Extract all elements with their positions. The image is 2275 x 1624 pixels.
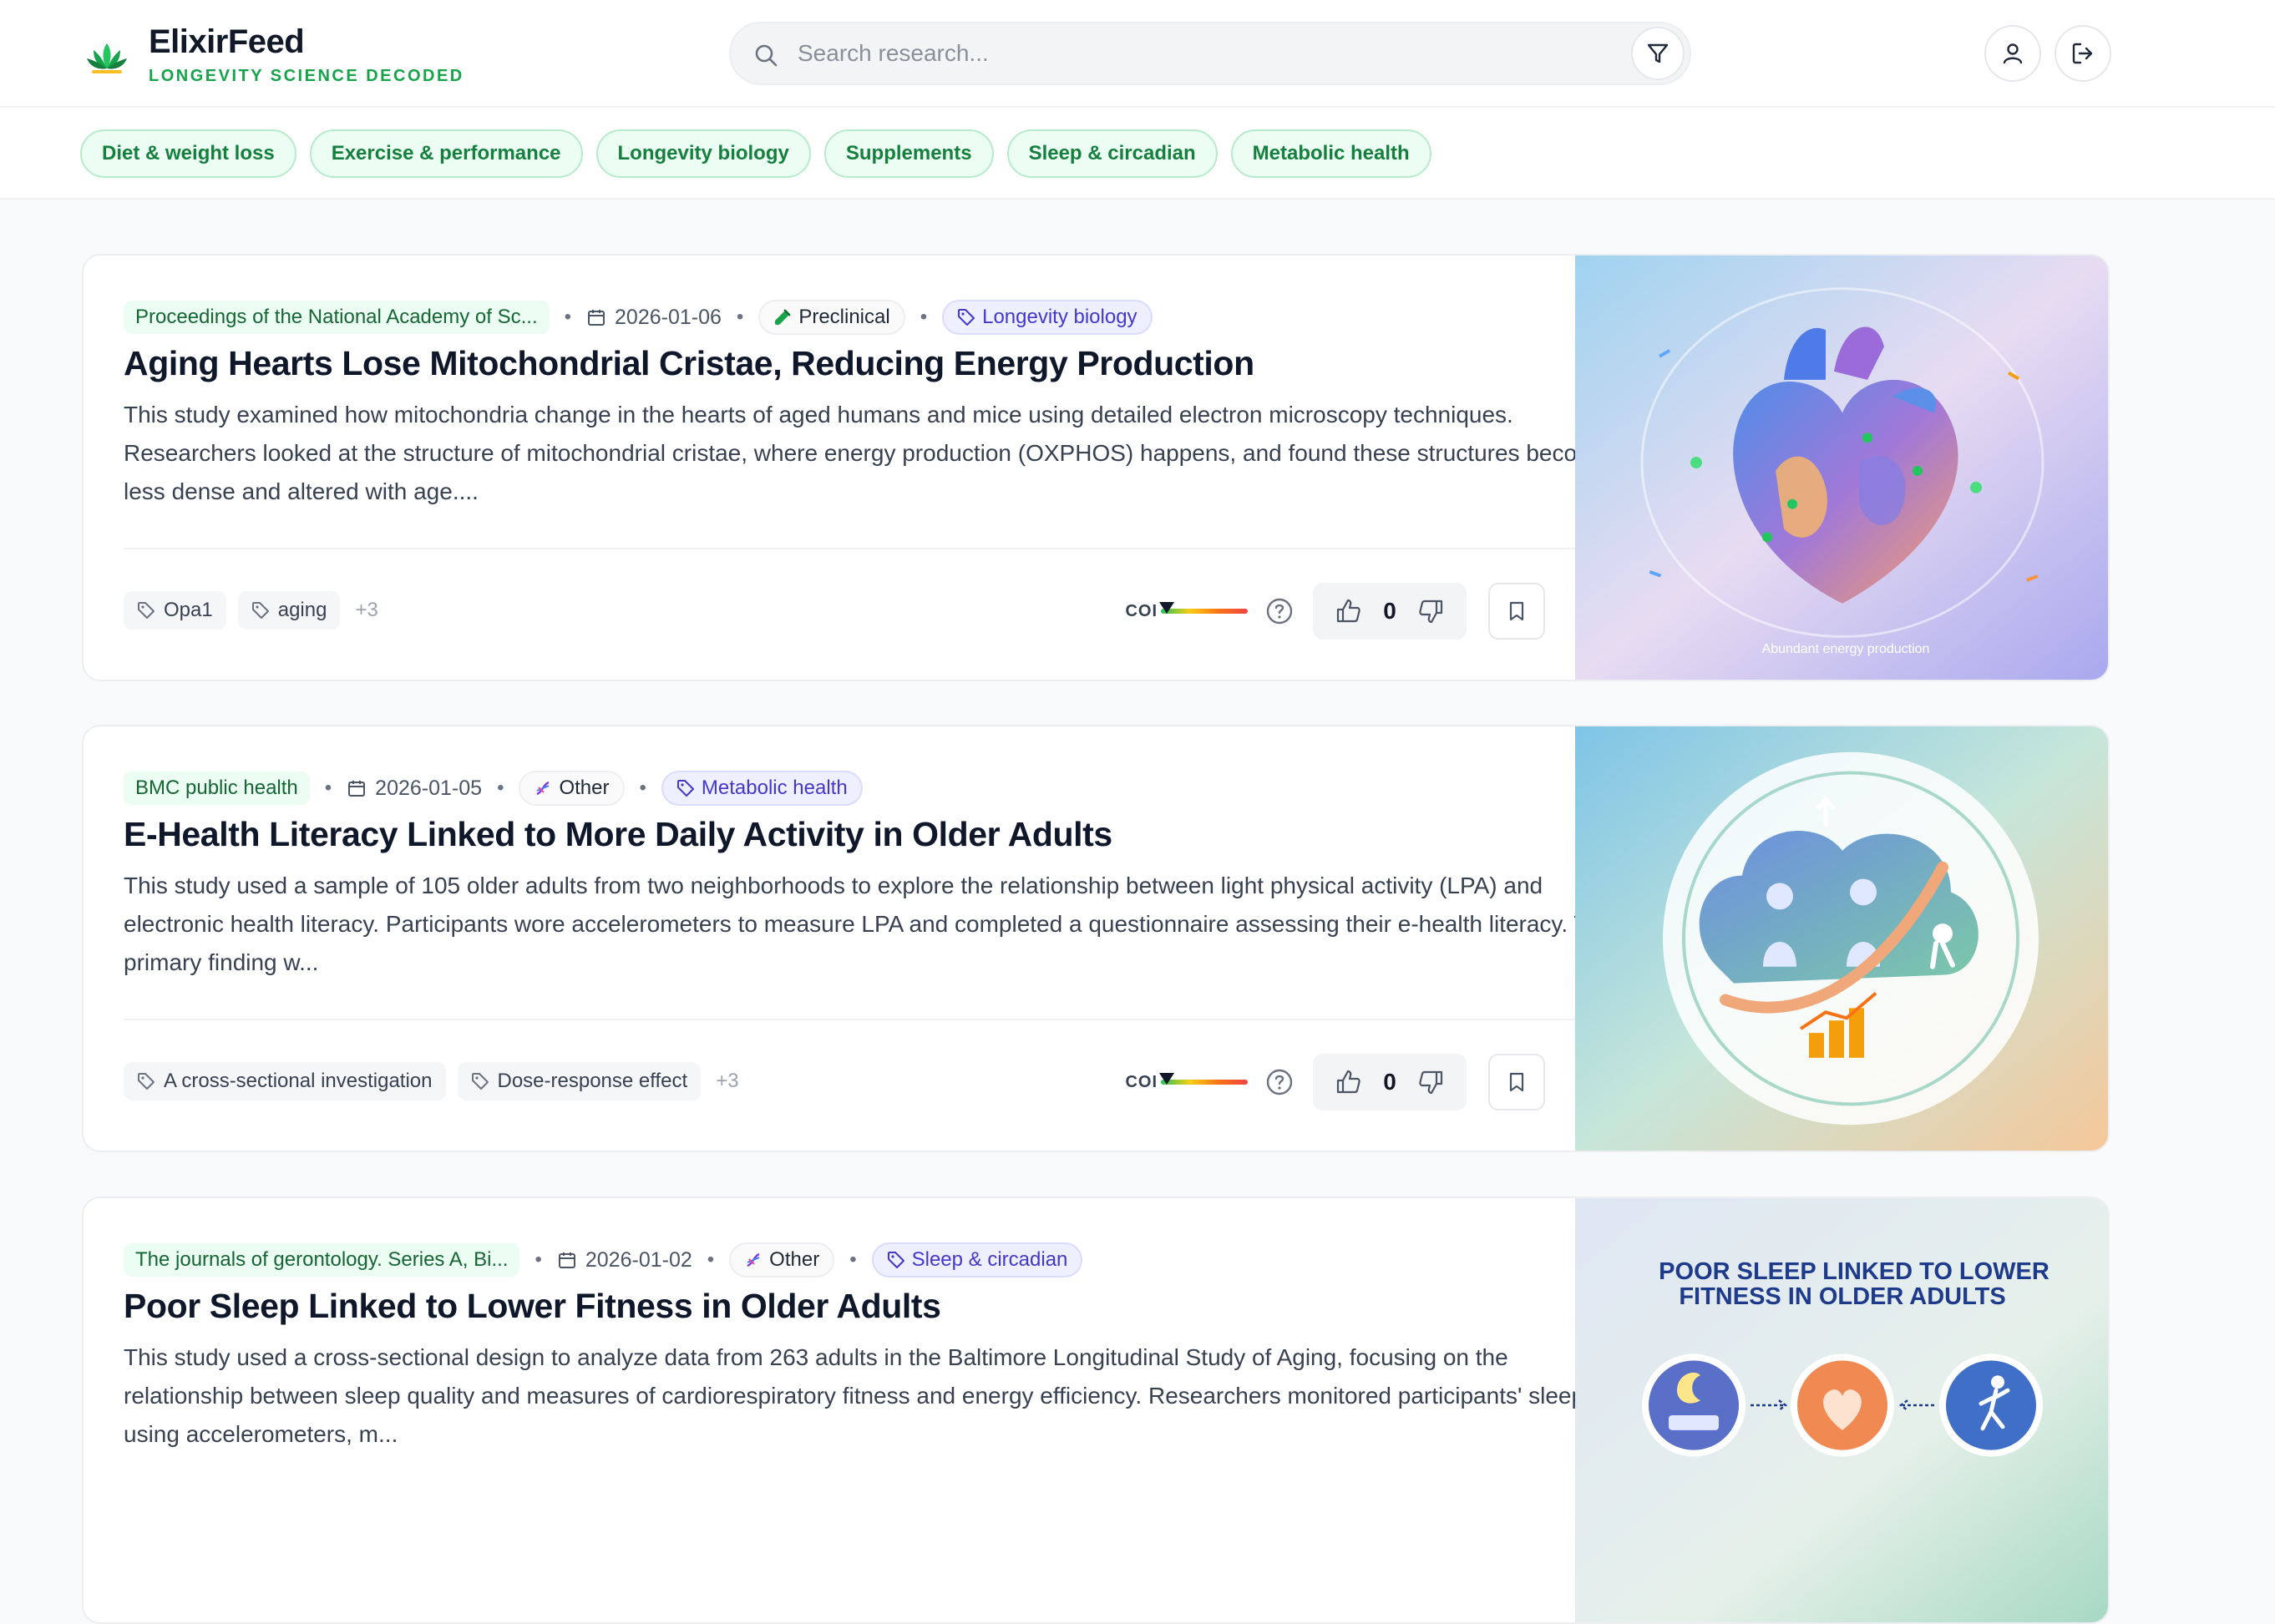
search-icon bbox=[755, 44, 778, 67]
help-icon[interactable] bbox=[1264, 1067, 1295, 1097]
keyword-tag[interactable]: A cross-sectional investigation bbox=[124, 1062, 446, 1100]
topic-badge[interactable]: Sleep & circadian bbox=[871, 1242, 1083, 1277]
study-type-badge: Other bbox=[729, 1242, 835, 1277]
dna-icon bbox=[536, 781, 550, 796]
lotus-icon bbox=[87, 43, 127, 73]
keyword-tag[interactable]: Opa1 bbox=[124, 591, 226, 630]
thumbs-up-icon[interactable] bbox=[1335, 1068, 1363, 1096]
article-title[interactable]: Aging Hearts Lose Mitochondrial Cristae,… bbox=[124, 344, 1254, 383]
publish-date: 2026-01-05 bbox=[347, 777, 482, 801]
article-illustration: POOR SLEEP LINKED TO LOWER FITNESS IN OL… bbox=[1575, 1198, 2108, 1622]
user-icon bbox=[2003, 43, 2023, 64]
vote-group: 0 bbox=[1313, 1054, 1467, 1110]
brand-logo[interactable]: ElixirFeed LONGEVITY SCIENCE DECODED bbox=[84, 22, 464, 86]
app-title: ElixirFeed bbox=[149, 23, 305, 60]
coi-label: COI bbox=[1125, 1072, 1158, 1091]
divider bbox=[124, 548, 1615, 549]
topic-badge[interactable]: Metabolic health bbox=[661, 771, 863, 806]
bookmark-icon bbox=[1509, 601, 1524, 621]
tag-icon bbox=[676, 780, 694, 797]
bookmark-button[interactable] bbox=[1488, 1054, 1545, 1110]
search-input[interactable] bbox=[798, 23, 1633, 83]
topic-chip-diet[interactable]: Diet & weight loss bbox=[80, 129, 296, 178]
article-summary: This study used a cross-sectional design… bbox=[124, 1344, 1585, 1447]
topic-chip-sleep[interactable]: Sleep & circadian bbox=[1006, 129, 1218, 178]
image-heading: FITNESS IN OLDER ADULTS bbox=[1679, 1283, 2005, 1310]
tag-icon bbox=[887, 1252, 904, 1268]
coi-label: COI bbox=[1125, 601, 1158, 620]
coi-meter bbox=[1159, 1073, 1248, 1085]
more-tags-count[interactable]: +3 bbox=[716, 1070, 738, 1093]
tag-icon bbox=[138, 602, 155, 619]
article-card[interactable]: Proceedings of the National Academy of S… bbox=[82, 254, 2110, 681]
vote-count: 0 bbox=[1383, 598, 1396, 624]
profile-button[interactable] bbox=[1984, 25, 2041, 82]
coi-meter bbox=[1159, 602, 1248, 614]
article-summary: This study examined how mitochondria cha… bbox=[124, 402, 1609, 504]
journal-badge: BMC public health bbox=[124, 772, 310, 805]
article-illustration: Abundant energy production bbox=[1575, 255, 2108, 680]
thumbs-up-icon[interactable] bbox=[1335, 597, 1363, 625]
topic-chip-metabolic[interactable]: Metabolic health bbox=[1230, 129, 1431, 178]
topic-chip-exercise[interactable]: Exercise & performance bbox=[309, 129, 583, 178]
vote-group: 0 bbox=[1313, 583, 1467, 640]
article-title[interactable]: Poor Sleep Linked to Lower Fitness in Ol… bbox=[124, 1287, 941, 1326]
keyword-tag[interactable]: Dose-response effect bbox=[457, 1062, 702, 1100]
vote-count: 0 bbox=[1383, 1069, 1396, 1095]
study-type-badge: Other bbox=[519, 771, 625, 806]
topic-badge[interactable]: Longevity biology bbox=[942, 300, 1153, 335]
coi-marker bbox=[1159, 1073, 1174, 1085]
topic-chip-supplements[interactable]: Supplements bbox=[823, 129, 994, 178]
article-summary: This study used a sample of 105 older ad… bbox=[124, 873, 1614, 975]
filter-icon bbox=[1647, 43, 1669, 63]
publish-date: 2026-01-02 bbox=[557, 1248, 692, 1272]
calendar-icon bbox=[588, 310, 605, 326]
article-illustration bbox=[1575, 726, 2108, 1151]
topic-filter-bar: Diet & weight loss Exercise & performanc… bbox=[0, 108, 2275, 200]
tag-icon bbox=[138, 1073, 155, 1090]
thumbs-down-icon[interactable] bbox=[1416, 1068, 1445, 1096]
journal-badge: Proceedings of the National Academy of S… bbox=[124, 301, 550, 334]
bookmark-icon bbox=[1509, 1072, 1524, 1092]
image-caption: Abundant energy production bbox=[1762, 642, 1930, 656]
tag-icon bbox=[471, 1073, 489, 1090]
thumbs-down-icon[interactable] bbox=[1416, 597, 1445, 625]
article-card[interactable]: The journals of gerontology. Series A, B… bbox=[82, 1196, 2110, 1624]
calendar-icon bbox=[558, 1252, 575, 1268]
filter-button[interactable] bbox=[1631, 27, 1685, 80]
test-tube-icon bbox=[775, 309, 792, 326]
article-title[interactable]: E-Health Literacy Linked to More Daily A… bbox=[124, 815, 1112, 854]
calendar-icon bbox=[348, 781, 366, 797]
publish-date: 2026-01-06 bbox=[586, 306, 722, 330]
journal-badge: The journals of gerontology. Series A, B… bbox=[124, 1243, 520, 1277]
coi-marker bbox=[1159, 602, 1174, 614]
search-bar bbox=[729, 22, 1691, 85]
topic-chip-longevity[interactable]: Longevity biology bbox=[595, 129, 811, 178]
bookmark-button[interactable] bbox=[1488, 583, 1545, 640]
tag-icon bbox=[958, 309, 975, 326]
more-tags-count[interactable]: +3 bbox=[355, 599, 377, 622]
top-header: ElixirFeed LONGEVITY SCIENCE DECODED bbox=[0, 0, 2275, 108]
logout-button[interactable] bbox=[2055, 25, 2111, 82]
help-icon[interactable] bbox=[1264, 596, 1295, 626]
dna-icon bbox=[747, 1252, 760, 1267]
tag-icon bbox=[251, 602, 269, 619]
logout-icon bbox=[2072, 43, 2093, 64]
keyword-tag[interactable]: aging bbox=[237, 591, 341, 630]
image-heading: POOR SLEEP LINKED TO LOWER bbox=[1659, 1258, 2050, 1285]
study-type-badge: Preclinical bbox=[758, 300, 905, 335]
article-card[interactable]: BMC public health • 2026-01-05 • Other •… bbox=[82, 725, 2110, 1152]
divider bbox=[124, 1019, 1615, 1020]
app-tagline: LONGEVITY SCIENCE DECODED bbox=[149, 67, 464, 85]
